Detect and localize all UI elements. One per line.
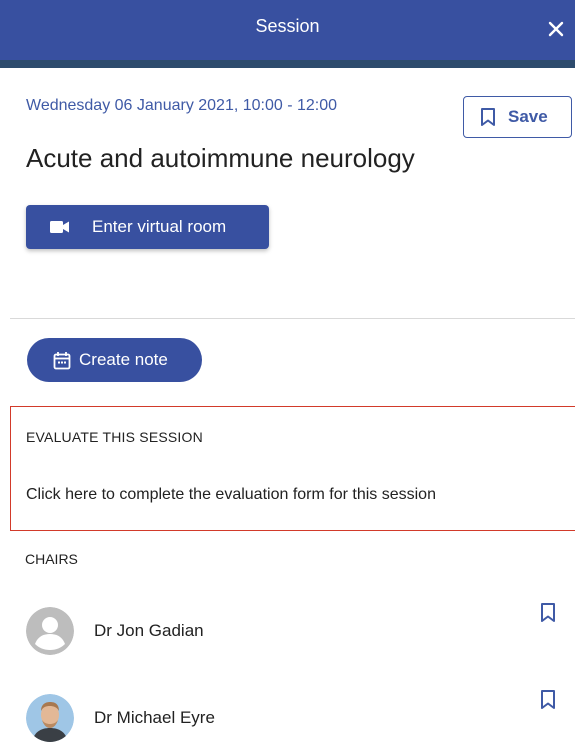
chair-item[interactable]: Dr Jon Gadian (0, 603, 575, 667)
session-datetime: Wednesday 06 January 2021, 10:00 - 12:00 (26, 97, 338, 114)
calendar-icon (53, 351, 71, 369)
evaluate-heading: EVALUATE THIS SESSION (26, 429, 203, 445)
bookmark-icon (481, 108, 495, 126)
bookmark-icon (541, 603, 555, 622)
chair-name: Dr Michael Eyre (94, 708, 215, 727)
video-camera-icon (50, 221, 69, 233)
session-title: Acute and autoimmune neurology (26, 143, 415, 173)
save-button-label: Save (508, 107, 548, 126)
chair-name: Dr Jon Gadian (94, 621, 204, 640)
save-button[interactable]: Save (463, 96, 572, 138)
enter-virtual-room-button[interactable]: Enter virtual room (26, 205, 269, 249)
avatar (26, 694, 74, 742)
top-bar: Session (0, 0, 575, 68)
close-icon (548, 21, 564, 37)
avatar (26, 607, 74, 655)
evaluation-form-link[interactable]: Click here to complete the evaluation fo… (26, 486, 436, 504)
evaluate-session-card[interactable]: EVALUATE THIS SESSION Click here to comp… (10, 406, 575, 531)
create-note-button[interactable]: Create note (27, 338, 202, 382)
header-title: Session (255, 16, 320, 36)
chair-item[interactable]: Dr Michael Eyre (0, 690, 575, 754)
default-avatar-icon (26, 607, 74, 655)
bookmark-icon (541, 690, 555, 709)
chair-bookmark-button[interactable] (538, 601, 558, 625)
chairs-heading: CHAIRS (25, 551, 78, 567)
close-button[interactable] (545, 18, 567, 40)
create-note-label: Create note (79, 350, 168, 369)
divider (10, 318, 575, 319)
photo-avatar (26, 694, 74, 742)
enter-virtual-room-label: Enter virtual room (92, 217, 227, 236)
chair-bookmark-button[interactable] (538, 688, 558, 712)
